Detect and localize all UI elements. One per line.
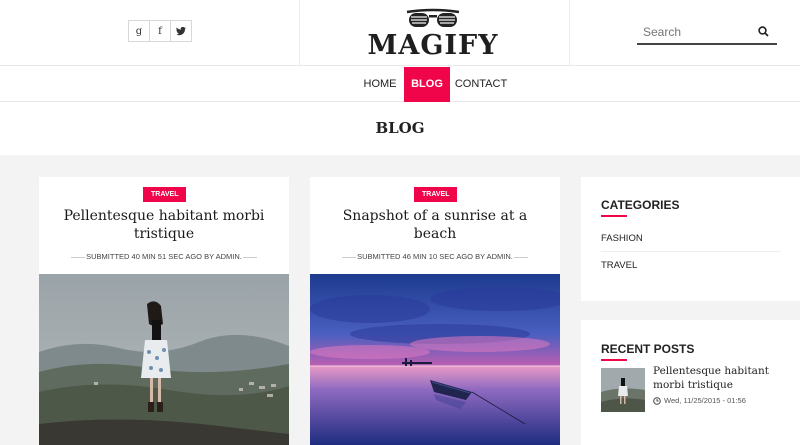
- recent-post-thumbnail[interactable]: [601, 368, 645, 412]
- search-icon[interactable]: [758, 26, 769, 37]
- post-title[interactable]: Snapshot of a sunrise at a beach: [320, 207, 550, 243]
- category-link-fashion[interactable]: FASHION: [601, 233, 643, 244]
- post-card: TRAVEL Snapshot of a sunrise at a beach …: [310, 177, 560, 445]
- post-category-tag[interactable]: TRAVEL: [143, 187, 187, 202]
- page-title: BLOG: [375, 119, 425, 137]
- search-input[interactable]: [637, 22, 747, 42]
- widget-heading: CATEGORIES: [601, 198, 680, 212]
- post-category-tag[interactable]: TRAVEL: [414, 187, 458, 202]
- logo-text: MAGIFY: [367, 30, 499, 61]
- categories-widget: CATEGORIES FASHION TRAVEL: [581, 177, 800, 301]
- post-meta: SUBMITTED 46 MIN 10 SEC AGO BY ADMIN.: [320, 252, 550, 261]
- category-link-travel[interactable]: TRAVEL: [601, 260, 637, 271]
- header-divider: [569, 0, 570, 66]
- social-links: g f: [128, 20, 192, 42]
- widget-heading-underline: [601, 359, 627, 361]
- nav-item-home[interactable]: HOME: [358, 67, 402, 102]
- widget-heading-underline: [601, 215, 627, 217]
- main-nav: HOME BLOG CONTACT: [0, 66, 800, 102]
- twitter-icon[interactable]: [170, 20, 192, 42]
- post-image[interactable]: [310, 274, 560, 445]
- page-title-band: BLOG: [0, 102, 800, 155]
- sunglasses-icon: [406, 8, 460, 27]
- nav-item-blog[interactable]: BLOG: [404, 67, 450, 102]
- divider: [601, 251, 781, 252]
- search-box: [637, 21, 777, 45]
- recent-posts-widget: RECENT POSTS Pellentesque habitant morbi…: [581, 320, 800, 445]
- post-meta: SUBMITTED 40 MIN 51 SEC AGO BY ADMIN.: [49, 252, 279, 261]
- site-logo[interactable]: MAGIFY: [366, 6, 500, 62]
- header-divider: [299, 0, 300, 66]
- widget-heading: RECENT POSTS: [601, 342, 695, 356]
- nav-item-contact[interactable]: CONTACT: [453, 67, 509, 102]
- recent-post-date-text: Wed, 11/25/2015 - 01:56: [664, 396, 746, 405]
- recent-post-title[interactable]: Pellentesque habitant morbi tristique: [653, 364, 793, 392]
- site-header: g f MAGIFY: [0, 0, 800, 66]
- recent-post-date: Wed, 11/25/2015 - 01:56: [653, 396, 746, 405]
- post-image[interactable]: [39, 274, 289, 445]
- clock-icon: [653, 396, 661, 405]
- google-plus-icon[interactable]: g: [128, 20, 150, 42]
- facebook-icon[interactable]: f: [149, 20, 171, 42]
- post-card: TRAVEL Pellentesque habitant morbi trist…: [39, 177, 289, 445]
- post-title[interactable]: Pellentesque habitant morbi tristique: [49, 207, 279, 243]
